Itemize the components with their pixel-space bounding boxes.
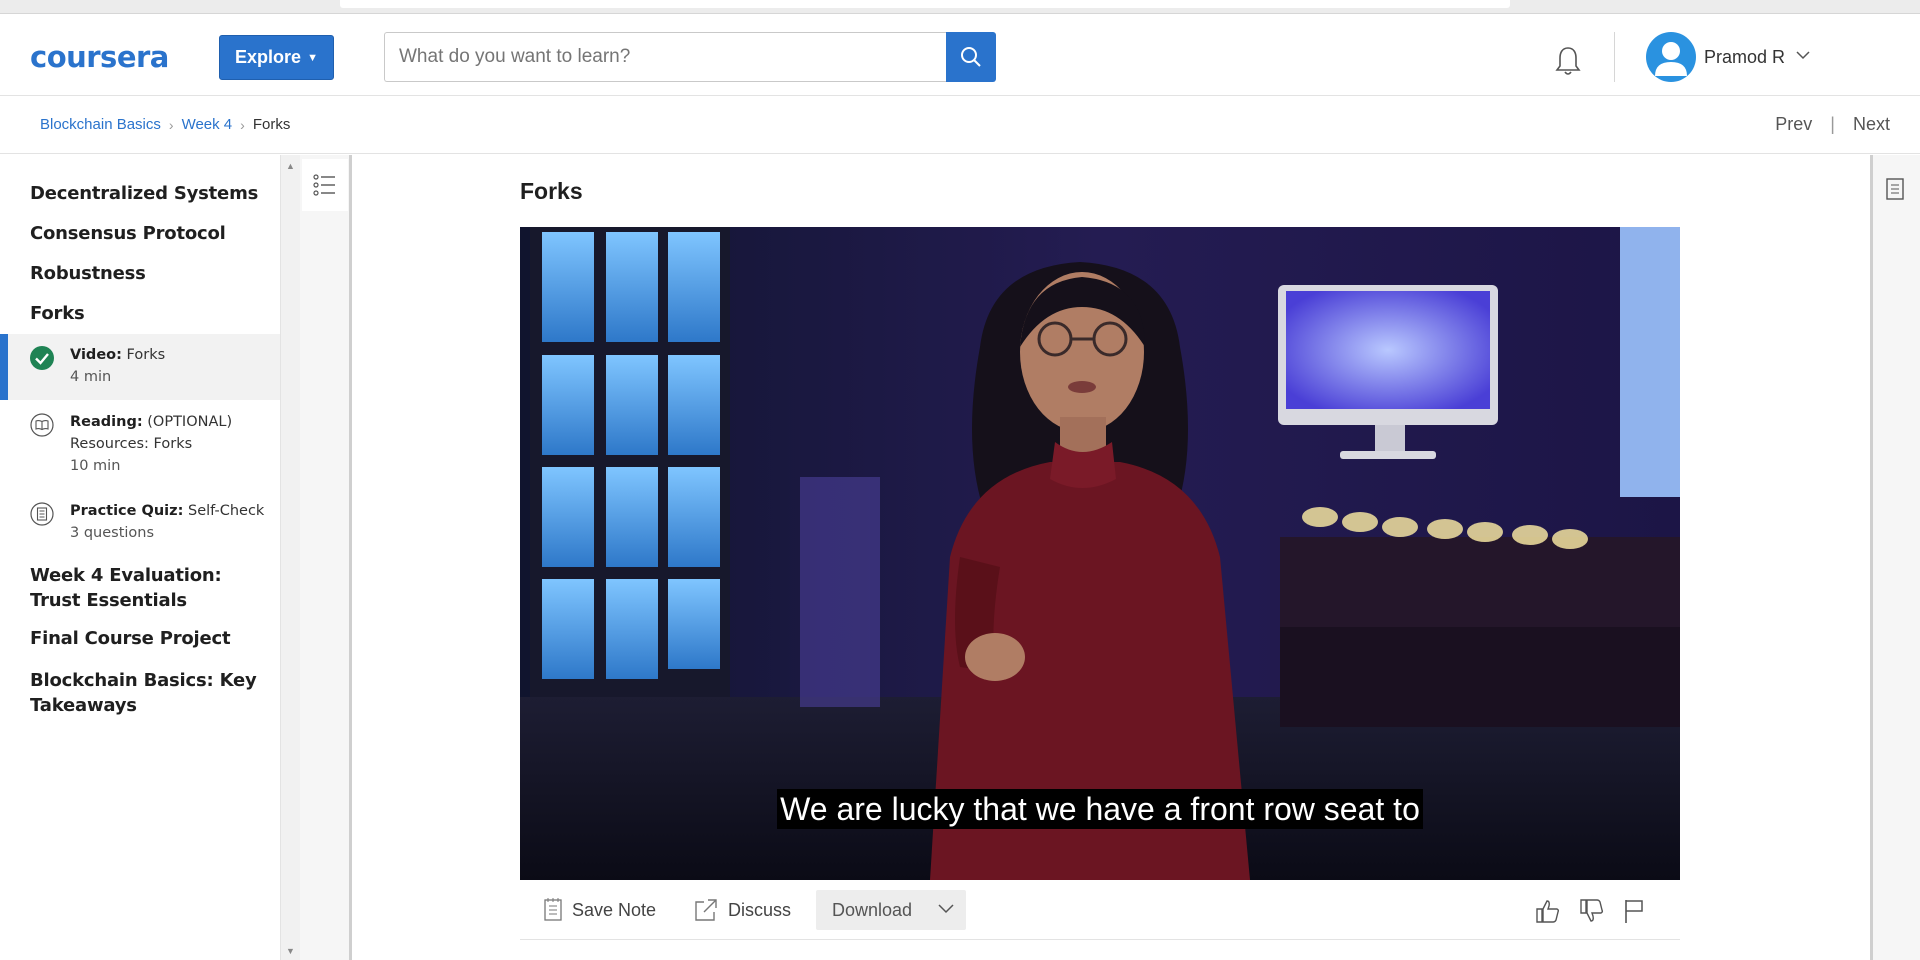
download-label: Download xyxy=(832,899,913,920)
scroll-down-icon[interactable]: ▼ xyxy=(286,946,295,956)
item-type: Practice Quiz: xyxy=(70,503,184,519)
item-count: 3 questions xyxy=(70,525,155,541)
video-caption: We are lucky that we have a front row se… xyxy=(520,789,1680,829)
thumbs-down-icon[interactable] xyxy=(1579,898,1605,924)
discuss-button[interactable]: Discuss xyxy=(694,898,791,922)
content-border xyxy=(349,155,352,960)
sidebar-lesson-final-project[interactable]: Final Course Project xyxy=(30,628,231,649)
page-title: Forks xyxy=(520,178,583,204)
sidebar-lesson-forks[interactable]: Forks xyxy=(30,303,85,324)
coursera-logo[interactable]: coursera xyxy=(30,40,169,74)
sidebar-item-reading-resources[interactable]: Reading: (OPTIONAL) Resources: Forks 10 … xyxy=(0,401,280,491)
external-link-icon xyxy=(695,899,717,921)
item-title: Self-Check xyxy=(188,503,265,519)
feedback-buttons xyxy=(1535,898,1645,924)
video-actions-bar: Save Note Discuss Download xyxy=(520,890,1680,940)
course-sidebar: Decentralized Systems Consensus Protocol… xyxy=(0,155,280,960)
breadcrumb-separator-icon: › xyxy=(240,116,245,133)
user-icon xyxy=(1655,42,1687,76)
header-divider xyxy=(1614,32,1615,82)
search-button[interactable] xyxy=(946,32,996,82)
item-duration: 4 min xyxy=(70,369,112,385)
sidebar-item-text: Practice Quiz: Self-Check 3 questions xyxy=(70,500,270,544)
quiz-icon xyxy=(30,502,54,526)
prev-button[interactable]: Prev xyxy=(1775,114,1812,135)
download-dropdown[interactable]: Download xyxy=(816,890,966,930)
item-title: Forks xyxy=(126,347,166,363)
thumbs-up-icon[interactable] xyxy=(1535,898,1561,924)
note-icon xyxy=(544,898,562,921)
caption-text: We are lucky that we have a front row se… xyxy=(777,789,1423,829)
discuss-label: Discuss xyxy=(728,899,792,920)
sidebar-lesson-robustness[interactable]: Robustness xyxy=(30,263,146,284)
breadcrumb-bar: Blockchain Basics › Week 4 › Forks Prev … xyxy=(0,96,1920,154)
next-button[interactable]: Next xyxy=(1853,114,1890,135)
video-frame xyxy=(520,227,1680,880)
nav-divider: | xyxy=(1830,114,1835,134)
item-duration: 10 min xyxy=(70,458,121,474)
item-type: Video: xyxy=(70,347,122,363)
flag-icon[interactable] xyxy=(1623,898,1645,924)
breadcrumb-separator-icon: › xyxy=(168,116,174,133)
sidebar-lesson-decentralized-systems[interactable]: Decentralized Systems xyxy=(30,183,258,204)
breadcrumb-current: Forks xyxy=(252,116,291,133)
save-note-label: Save Note xyxy=(572,899,657,920)
user-name[interactable]: Pramod R xyxy=(1704,47,1785,68)
browser-address-bar xyxy=(340,0,1510,8)
list-icon xyxy=(313,174,335,196)
chevron-down-icon xyxy=(938,904,954,914)
notes-icon[interactable] xyxy=(1885,177,1905,201)
sidebar-lesson-week4-evaluation[interactable]: Week 4 Evaluation: Trust Essentials xyxy=(30,563,270,613)
video-player[interactable]: We are lucky that we have a front row se… xyxy=(520,227,1680,880)
bell-icon xyxy=(1555,47,1581,75)
breadcrumb-week[interactable]: Week 4 xyxy=(182,116,233,133)
sidebar-lesson-consensus-protocol[interactable]: Consensus Protocol xyxy=(30,223,226,244)
breadcrumb-course[interactable]: Blockchain Basics xyxy=(40,116,161,133)
search-input[interactable] xyxy=(384,32,946,82)
sidebar-scrollbar[interactable]: ▲ ▼ xyxy=(280,155,300,960)
sidebar-item-practice-quiz[interactable]: Practice Quiz: Self-Check 3 questions xyxy=(0,490,280,556)
scroll-up-icon[interactable]: ▲ xyxy=(286,161,295,171)
notifications-button[interactable] xyxy=(1552,44,1584,78)
sidebar-lesson-key-takeaways[interactable]: Blockchain Basics: Key Takeaways xyxy=(30,668,260,718)
sidebar-toggle-panel xyxy=(300,155,350,960)
chevron-down-icon[interactable] xyxy=(1796,50,1810,60)
toggle-outline-button[interactable] xyxy=(302,159,348,211)
sidebar-item-video-forks[interactable]: Video: Forks 4 min xyxy=(0,334,280,400)
avatar[interactable] xyxy=(1646,32,1696,82)
sidebar-item-text: Reading: (OPTIONAL) Resources: Forks 10 … xyxy=(70,411,270,477)
book-icon xyxy=(30,413,54,437)
top-header: coursera Explore ▼ Pramod R xyxy=(0,14,1920,96)
chevron-down-icon: ▼ xyxy=(307,51,318,64)
save-note-button[interactable]: Save Note xyxy=(544,898,656,922)
explore-button[interactable]: Explore ▼ xyxy=(219,35,334,80)
prev-next-nav: Prev | Next xyxy=(1775,114,1890,135)
browser-strip xyxy=(0,0,1920,14)
search-icon xyxy=(961,47,981,67)
item-type: Reading: xyxy=(70,414,143,430)
sidebar-item-text: Video: Forks 4 min xyxy=(70,344,270,388)
right-notes-panel xyxy=(1870,155,1920,960)
explore-label: Explore xyxy=(235,47,302,67)
completed-check-icon xyxy=(30,346,54,370)
breadcrumb: Blockchain Basics › Week 4 › Forks xyxy=(40,116,290,133)
